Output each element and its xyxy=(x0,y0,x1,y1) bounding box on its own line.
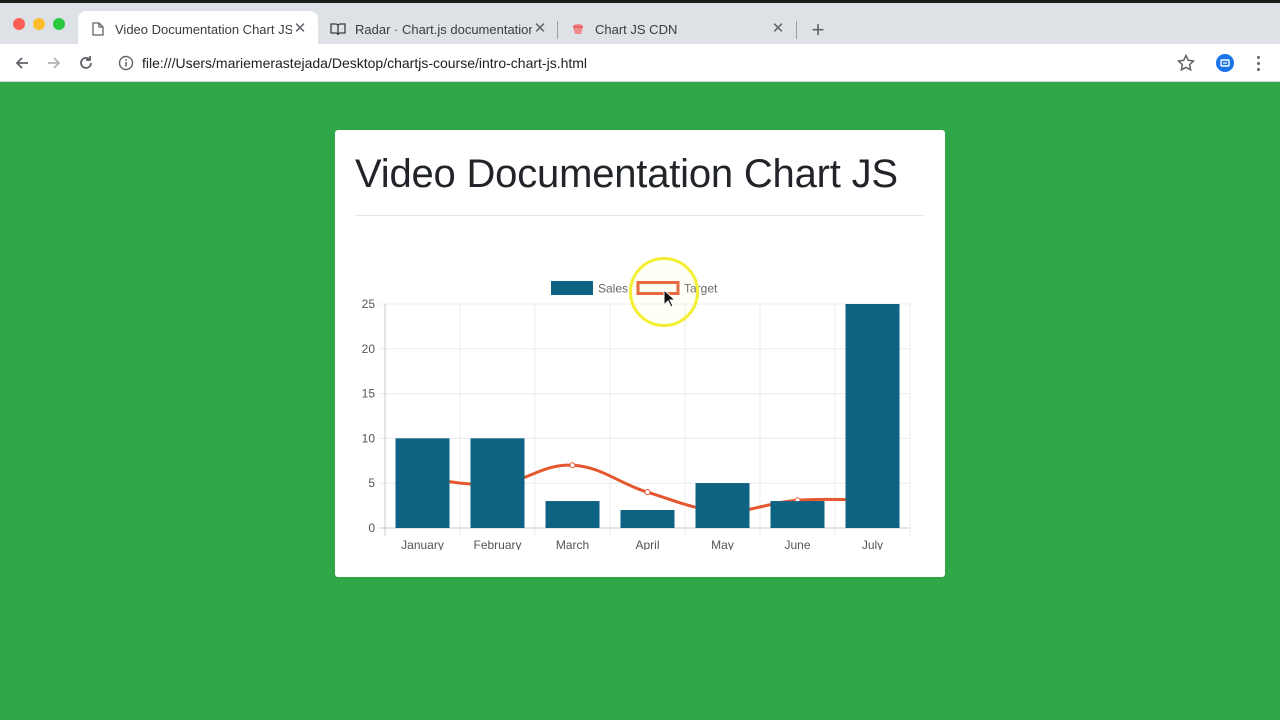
maximize-window-button[interactable] xyxy=(53,18,65,30)
more-menu-icon[interactable] xyxy=(1250,53,1266,73)
x-tick-label: May xyxy=(711,538,734,550)
legend-swatch-sales xyxy=(551,281,593,295)
bar-overlay-january xyxy=(395,438,450,528)
bar-overlay-june xyxy=(770,501,825,528)
bar-overlay-february xyxy=(470,438,525,528)
bookmark-star-icon[interactable] xyxy=(1176,53,1196,73)
bar-overlay-march xyxy=(545,501,600,528)
tab-bar: Video Documentation Chart JS ✕ Radar · C… xyxy=(0,0,1280,47)
divider xyxy=(355,215,924,216)
bar-overlay-april xyxy=(620,510,675,528)
close-tab-icon[interactable]: ✕ xyxy=(770,21,786,37)
tab-label: Chart JS CDN xyxy=(595,21,678,37)
x-tick-label: April xyxy=(635,538,659,550)
tab-radar-docs[interactable]: Radar · Chart.js documentation ✕ xyxy=(318,11,558,47)
x-tick-label: June xyxy=(784,538,810,550)
tab-video-documentation[interactable]: Video Documentation Chart JS ✕ xyxy=(78,11,318,47)
cdn-icon xyxy=(570,21,586,37)
info-icon[interactable] xyxy=(118,55,134,71)
page-title: Video Documentation Chart JS xyxy=(355,152,898,196)
url-text: file:///Users/mariemerastejada/Desktop/c… xyxy=(142,55,588,71)
close-window-button[interactable] xyxy=(13,18,25,30)
y-tick-label: 20 xyxy=(362,342,376,356)
tab-chartjs-cdn[interactable]: Chart JS CDN ✕ xyxy=(558,11,796,47)
legend-label-sales: Sales xyxy=(598,282,628,296)
close-tab-icon[interactable]: ✕ xyxy=(292,21,308,37)
y-tick-label: 0 xyxy=(368,521,375,535)
x-tick-label: July xyxy=(862,538,883,550)
page-icon xyxy=(90,21,106,37)
y-tick-label: 25 xyxy=(362,297,376,311)
y-tick-label: 15 xyxy=(362,387,376,401)
target-point-april xyxy=(644,489,651,496)
tab-label: Radar · Chart.js documentation xyxy=(355,21,532,37)
bar-overlay-july xyxy=(845,304,900,528)
x-tick-label: January xyxy=(401,538,444,550)
tab-label: Video Documentation Chart JS xyxy=(115,21,292,37)
target-point-march xyxy=(569,462,576,469)
mouse-cursor-icon xyxy=(663,289,677,308)
y-tick-label: 10 xyxy=(362,431,376,445)
tab-divider xyxy=(796,21,797,39)
content-card: Video Documentation Chart JS 0 5 10 15 20 25 J… xyxy=(335,130,945,577)
book-icon xyxy=(330,21,346,37)
browser-toolbar: file:///Users/mariemerastejada/Desktop/c… xyxy=(0,44,1280,82)
x-tick-label: February xyxy=(473,538,521,550)
forward-arrow-icon[interactable] xyxy=(44,53,64,73)
reload-icon[interactable] xyxy=(76,53,96,73)
minimize-window-button[interactable] xyxy=(33,18,45,30)
address-bar[interactable]: file:///Users/mariemerastejada/Desktop/c… xyxy=(108,49,1206,77)
new-tab-plus-icon[interactable]: + xyxy=(808,19,828,41)
back-arrow-icon[interactable] xyxy=(12,53,32,73)
bar-overlay-may xyxy=(695,483,750,528)
extension-icon[interactable] xyxy=(1216,54,1234,72)
close-tab-icon[interactable]: ✕ xyxy=(532,21,548,37)
x-tick-label: March xyxy=(556,538,589,550)
y-tick-label: 5 xyxy=(368,476,375,490)
